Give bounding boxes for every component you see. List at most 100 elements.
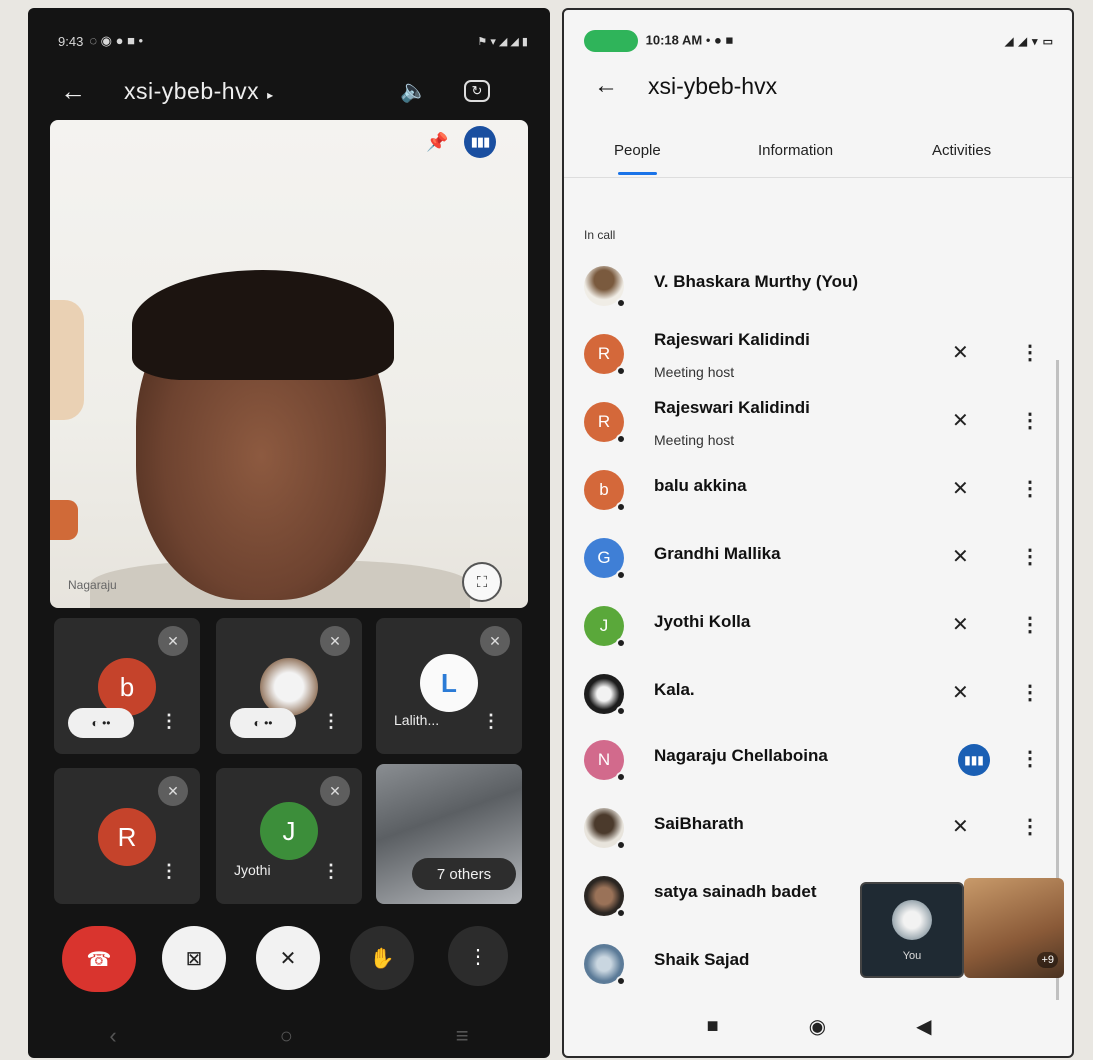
status-dot [616,706,626,716]
participant-tile[interactable]: ✕ L Lalith... ⋮ [376,618,522,754]
more-options-icon[interactable]: ⋮ [322,711,340,732]
raise-hand-button[interactable]: ✋ [350,926,414,990]
status-time: 10:18 AM [645,32,703,48]
mic-off-icon[interactable]: ✕ [952,612,969,637]
background-decor [50,500,78,540]
signal-icons: ◢ ◢ ▾ ▭ [1004,35,1054,48]
nav-home-icon[interactable]: ◉ [809,1014,826,1039]
tab-information[interactable]: Information [758,142,833,159]
more-options-icon[interactable]: ⋮ [1020,340,1040,365]
participants-pip[interactable]: +9 [964,878,1064,978]
participant-row[interactable]: J Jyothi Kolla ✕ ⋮ [584,598,1054,658]
end-call-button[interactable]: ☎ [62,926,136,992]
back-arrow-icon[interactable]: ← [60,76,86,107]
participant-tile[interactable]: ✕ b ◐ •• ⋮ [54,618,200,754]
speaking-indicator-icon: ▮▮▮ [958,744,990,776]
tile-name: Lalith... [394,712,440,728]
status-dot [616,638,626,648]
others-count[interactable]: 7 others [412,858,516,890]
more-options-icon[interactable]: ⋮ [1020,814,1040,839]
person-hair [132,270,394,380]
status-dot [616,434,626,444]
self-avatar [892,900,932,940]
reaction-pill[interactable]: ◐ •• [68,708,134,738]
status-dot [616,840,626,850]
status-dot [616,502,626,512]
more-options-icon[interactable]: ⋮ [1020,680,1040,705]
more-participants-count: +9 [1037,952,1058,968]
mic-off-icon[interactable]: ✕ [952,340,969,365]
participant-tile[interactable]: ✕ J Jyothi ⋮ [216,768,362,904]
mic-off-icon[interactable]: ✕ [952,680,969,705]
mic-off-icon[interactable]: ✕ [952,408,969,433]
participant-role: Meeting host [654,364,735,380]
reaction-pill[interactable]: ◐ •• [230,708,296,738]
nav-home-icon[interactable]: ○ [280,1023,293,1049]
participant-row[interactable]: R Rajeswari Kalidindi Meeting host ✕ ⋮ [584,394,1054,454]
pin-icon[interactable]: 📌 [426,132,448,153]
more-options-icon[interactable]: ⋮ [1020,408,1040,433]
participant-name: V. Bhaskara Murthy (You) [654,272,859,291]
participant-row[interactable]: Kala. ✕ ⋮ [584,666,1054,726]
nav-recents-icon[interactable]: ■ [707,1015,719,1038]
meet-call-screen: 9:43 ◌ ◉ ● ■ • ⚑ ▾ ◢ ◢ ▮ ← xsi-ybeb-hvx ▸… [28,8,550,1058]
more-options-icon[interactable]: ⋮ [160,711,178,732]
participant-row[interactable]: V. Bhaskara Murthy (You) [584,258,1054,318]
meeting-code: xsi-ybeb-hvx [124,77,260,104]
switch-camera-icon[interactable]: ↻ [464,80,490,102]
meet-people-screen: 10:18 AM • ● ■ ◢ ◢ ▾ ▭ ← xsi-ybeb-hvx Pe… [562,8,1074,1058]
more-options-button[interactable]: ⋮ [448,926,508,986]
mic-off-icon[interactable]: ✕ [952,476,969,501]
participant-name: Rajeswari Kalidindi [654,330,810,349]
status-dot [616,570,626,580]
fullscreen-icon[interactable]: ⛶ [462,562,502,602]
participant-tile[interactable]: ✕ R ⋮ [54,768,200,904]
camera-off-button[interactable]: ⊠ [162,926,226,990]
participant-name: Jyothi Kolla [654,612,751,631]
self-label: You [902,950,922,962]
more-options-icon[interactable]: ⋮ [482,711,500,732]
mic-off-icon: ✕ [320,776,350,806]
tab-activities[interactable]: Activities [932,142,991,159]
mic-off-icon: ✕ [158,776,188,806]
call-active-pill[interactable] [584,30,638,52]
participant-name: SaiBharath [654,814,744,833]
participant-row[interactable]: R Rajeswari Kalidindi Meeting host ✕ ⋮ [584,326,1054,386]
nav-back-icon[interactable]: ‹ [109,1023,116,1049]
mic-off-icon: ✕ [480,626,510,656]
mic-off-icon: ✕ [320,626,350,656]
more-options-icon[interactable]: ⋮ [1020,612,1040,637]
more-options-icon[interactable]: ⋮ [160,861,178,882]
avatar: J [260,802,318,860]
video-participant-name: Nagaraju [68,578,117,592]
others-tile[interactable]: 7 others [376,764,522,904]
meeting-code-title[interactable]: xsi-ybeb-hvx ▸ [124,78,274,105]
participant-row[interactable]: b balu akkina ✕ ⋮ [584,462,1054,522]
mic-off-icon[interactable]: ✕ [952,544,969,569]
status-dot [616,772,626,782]
signal-icons: ⚑ ▾ ◢ ◢ ▮ [477,35,528,48]
back-arrow-icon[interactable]: ← [594,72,618,100]
status-dot [616,908,626,918]
self-view-pip[interactable]: You [860,882,964,978]
mic-off-icon[interactable]: ✕ [952,814,969,839]
mic-off-button[interactable]: ✕ [256,926,320,990]
speaker-icon[interactable]: 🔈 [400,78,427,104]
participant-row[interactable]: N Nagaraju Chellaboina ▮▮▮ ⋮ [584,732,1054,792]
participant-name: Rajeswari Kalidindi [654,398,810,417]
participant-name: Kala. [654,680,695,699]
participant-row[interactable]: SaiBharath ✕ ⋮ [584,800,1054,860]
main-video[interactable]: 📌 ▮▮▮ Nagaraju ⛶ [50,120,528,608]
more-options-icon[interactable]: ⋮ [1020,544,1040,569]
participant-name: Grandhi Mallika [654,544,781,563]
more-options-icon[interactable]: ⋮ [322,861,340,882]
tab-people[interactable]: People [614,142,661,175]
nav-recents-icon[interactable]: ≡ [456,1023,469,1049]
more-options-icon[interactable]: ⋮ [1020,746,1040,771]
mic-off-icon: ✕ [158,626,188,656]
section-label: In call [584,228,616,242]
participant-row[interactable]: G Grandhi Mallika ✕ ⋮ [584,530,1054,590]
more-options-icon[interactable]: ⋮ [1020,476,1040,501]
participant-tile[interactable]: ✕ ◐ •• ⋮ [216,618,362,754]
nav-back-icon[interactable]: ◀ [916,1014,931,1039]
